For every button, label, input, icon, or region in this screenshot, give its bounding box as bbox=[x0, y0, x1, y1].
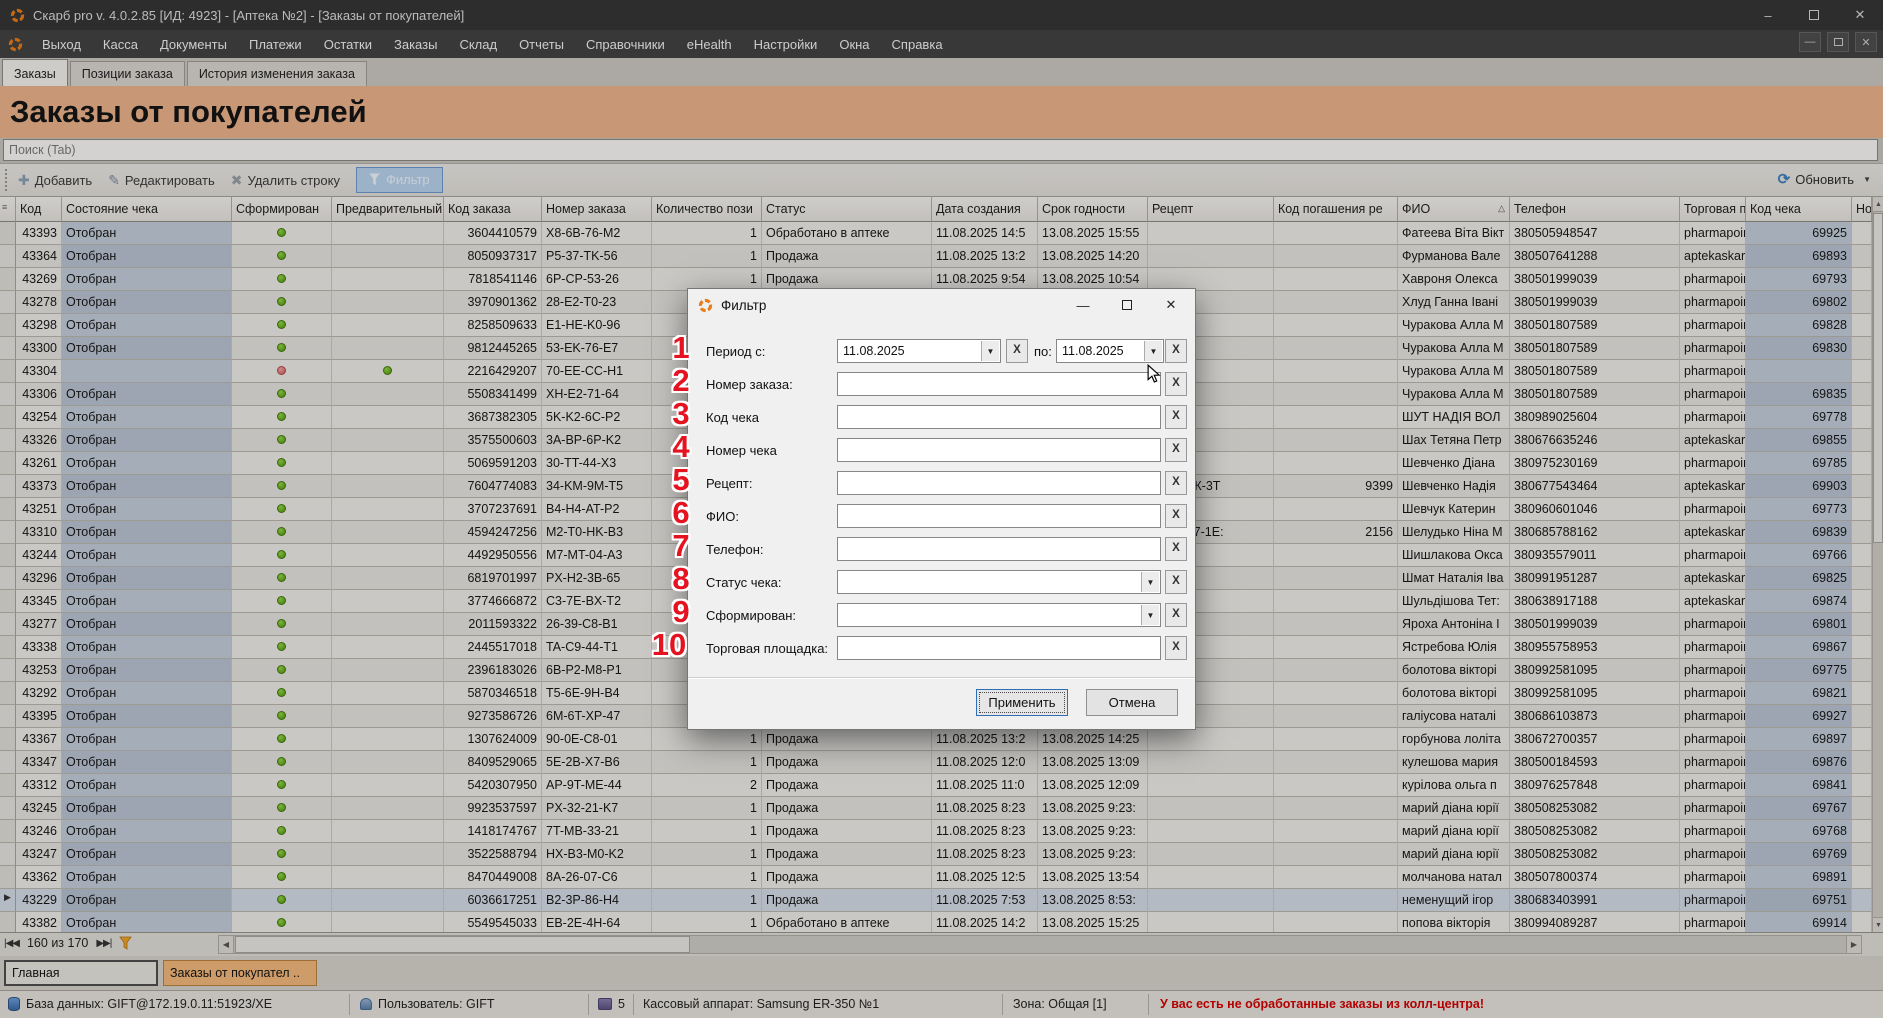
combo-arrow-icon[interactable]: ▼ bbox=[1144, 341, 1162, 361]
dialog-field-row: Сформирован: ▼ X bbox=[688, 603, 1195, 627]
dialog-title: Фильтр bbox=[721, 298, 766, 313]
dialog-maximize-icon[interactable] bbox=[1105, 289, 1149, 321]
field-input-10[interactable] bbox=[837, 636, 1161, 660]
annotation-number-5: 5 bbox=[658, 462, 704, 498]
dialog-field-row: Торговая площадка: X bbox=[688, 636, 1195, 660]
dialog-field-row: Период с:11.08.2025▼Xпо:11.08.2025▼X bbox=[688, 339, 1195, 363]
combo-arrow-icon[interactable]: ▼ bbox=[1141, 605, 1159, 625]
annotation-number-2: 2 bbox=[658, 363, 704, 399]
annotation-number-1: 1 bbox=[658, 330, 704, 366]
dialog-close-icon[interactable]: ✕ bbox=[1149, 289, 1193, 321]
field-clear-button[interactable]: X bbox=[1165, 603, 1187, 627]
field-clear-button[interactable]: X bbox=[1165, 372, 1187, 396]
period-from-clear-button[interactable]: X bbox=[1006, 339, 1028, 363]
annotation-number-9: 9 bbox=[658, 594, 704, 630]
field-input-4[interactable] bbox=[837, 438, 1161, 462]
field-input-7[interactable] bbox=[837, 537, 1161, 561]
period-to-combo-value: 11.08.2025 bbox=[1062, 344, 1124, 358]
field-label: Номер заказа: bbox=[706, 377, 793, 392]
field-clear-button[interactable]: X bbox=[1165, 438, 1187, 462]
apply-button[interactable]: Применить bbox=[976, 689, 1068, 716]
mouse-cursor bbox=[1146, 364, 1162, 389]
filter-dialog: Фильтр — ✕ Период с:11.08.2025▼Xпо:11.08… bbox=[687, 288, 1196, 730]
field-combo-8[interactable]: ▼ bbox=[837, 570, 1161, 594]
dialog-field-row: ФИО: X bbox=[688, 504, 1195, 528]
annotation-number-4: 4 bbox=[658, 429, 704, 465]
field-input-6[interactable] bbox=[837, 504, 1161, 528]
field-clear-button[interactable]: X bbox=[1165, 471, 1187, 495]
cancel-button[interactable]: Отмена bbox=[1086, 689, 1178, 716]
period-from-combo[interactable]: 11.08.2025 ▼ bbox=[837, 339, 1001, 363]
field-clear-button[interactable]: X bbox=[1165, 504, 1187, 528]
annotation-number-8: 8 bbox=[658, 561, 704, 597]
dialog-field-row: Номер чека X bbox=[688, 438, 1195, 462]
field-combo-9[interactable]: ▼ bbox=[837, 603, 1161, 627]
period-from-combo-value: 11.08.2025 bbox=[843, 344, 905, 358]
field-input-5[interactable] bbox=[837, 471, 1161, 495]
field-label: Период с: bbox=[706, 344, 765, 359]
field-label: Статус чека: bbox=[706, 575, 782, 590]
field-label: Рецепт: bbox=[706, 476, 752, 491]
period-to-combo[interactable]: 11.08.2025 ▼ bbox=[1056, 339, 1164, 363]
dialog-minimize-icon[interactable]: — bbox=[1061, 289, 1105, 321]
dialog-field-row: Статус чека: ▼ X bbox=[688, 570, 1195, 594]
field-input-2[interactable] bbox=[837, 372, 1161, 396]
dialog-field-row: Рецепт: X bbox=[688, 471, 1195, 495]
dialog-field-row: Номер заказа: X bbox=[688, 372, 1195, 396]
annotation-number-10: 10 bbox=[646, 627, 692, 663]
field-clear-button[interactable]: X bbox=[1165, 405, 1187, 429]
field-clear-button[interactable]: X bbox=[1165, 570, 1187, 594]
annotation-number-3: 3 bbox=[658, 396, 704, 432]
combo-arrow-icon[interactable]: ▼ bbox=[981, 341, 999, 361]
dialog-title-bar: Фильтр — ✕ bbox=[688, 289, 1195, 321]
period-to-label: по: bbox=[1034, 344, 1052, 359]
dialog-field-row: Код чека X bbox=[688, 405, 1195, 429]
field-label: Код чека bbox=[706, 410, 759, 425]
combo-arrow-icon[interactable]: ▼ bbox=[1141, 572, 1159, 592]
period-to-clear-button[interactable]: X bbox=[1165, 339, 1187, 363]
dialog-separator bbox=[688, 677, 1195, 679]
field-label: Телефон: bbox=[706, 542, 764, 557]
annotation-number-7: 7 bbox=[658, 528, 704, 564]
dialog-logo-icon bbox=[698, 298, 713, 313]
field-input-3[interactable] bbox=[837, 405, 1161, 429]
field-clear-button[interactable]: X bbox=[1165, 537, 1187, 561]
dialog-field-row: Телефон: X bbox=[688, 537, 1195, 561]
field-clear-button[interactable]: X bbox=[1165, 636, 1187, 660]
field-label: ФИО: bbox=[706, 509, 739, 524]
app-window: Скарб pro v. 4.0.2.85 [ИД: 4923] - [Апте… bbox=[0, 0, 1883, 1018]
annotation-number-6: 6 bbox=[658, 495, 704, 531]
field-label: Торговая площадка: bbox=[706, 641, 828, 656]
field-label: Номер чека bbox=[706, 443, 777, 458]
field-label: Сформирован: bbox=[706, 608, 796, 623]
